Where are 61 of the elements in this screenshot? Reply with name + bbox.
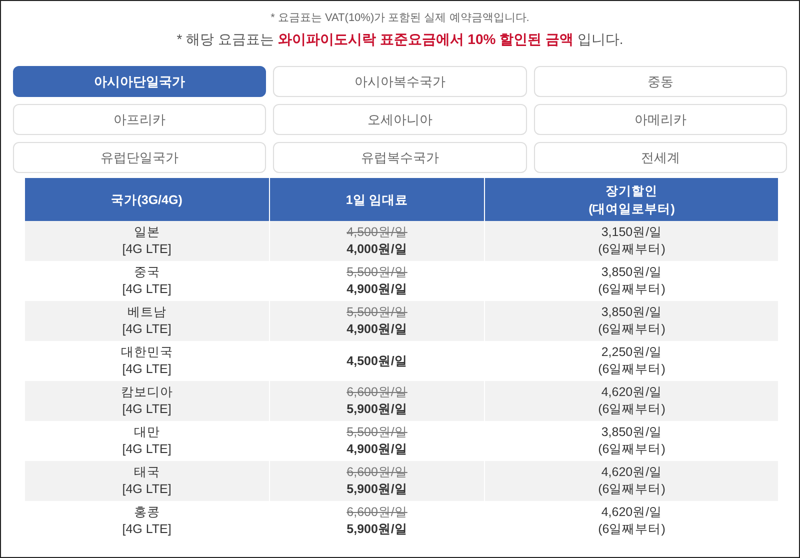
region-tab[interactable]: 아메리카 — [534, 104, 787, 135]
discount-condition: (6일째부터) — [598, 282, 666, 296]
daily-price: 4,000원/일 — [346, 242, 408, 256]
region-tab[interactable]: 아프리카 — [13, 104, 266, 135]
column-header: 1일 임대료 — [346, 192, 408, 206]
country-name: 대한민국 — [120, 344, 174, 361]
notice-text: * 해당 요금표는 와이파이도시락 표준요금에서 10% 할인된 금액 입니다. — [176, 31, 624, 47]
region-tab[interactable]: 오세아니아 — [273, 104, 527, 135]
network-type: [4G LTE] — [121, 401, 172, 418]
daily-price: 5,900원/일 — [346, 482, 408, 496]
discount-condition: (6일째부터) — [598, 362, 666, 376]
region-tab[interactable]: 전세계 — [534, 142, 787, 173]
daily-price: 5,900원/일 — [346, 522, 408, 536]
network-type: [4G LTE] — [121, 441, 172, 458]
country-name: 중국 — [132, 264, 161, 281]
discount-price: 3,850원/일 — [601, 265, 662, 279]
original-price: 6,600원/일 — [346, 385, 408, 399]
original-price: 5,500원/일 — [346, 425, 408, 439]
discount-price: 3,850원/일 — [601, 305, 662, 319]
region-tab[interactable]: 유럽단일국가 — [13, 142, 266, 173]
original-price: 4,500원/일 — [346, 225, 408, 239]
region-tab[interactable]: 중동 — [534, 66, 787, 97]
notice-text: * 요금표는 VAT(10%)가 포함된 실제 예약금액입니다. — [270, 12, 530, 24]
daily-price: 5,900원/일 — [346, 402, 408, 416]
network-type: [4G LTE] — [121, 481, 172, 498]
original-price: 6,600원/일 — [346, 465, 408, 479]
country-name: 태국 — [132, 464, 161, 481]
network-type: [4G LTE] — [121, 361, 172, 378]
original-price: 6,600원/일 — [346, 505, 408, 519]
country-name: 일본 — [132, 224, 161, 241]
daily-price: 4,900원/일 — [346, 442, 408, 456]
discount-price: 2,250원/일 — [601, 345, 662, 359]
column-header: 국가(3G/4G) — [111, 192, 182, 206]
discount-condition: (6일째부터) — [598, 322, 666, 336]
country-name: 대만 — [132, 424, 161, 441]
discount-price: 3,150원/일 — [601, 225, 662, 239]
daily-price: 4,900원/일 — [346, 322, 408, 336]
region-tab[interactable]: 아시아단일국가 — [13, 66, 266, 97]
daily-price: 4,500원/일 — [346, 354, 408, 368]
discount-condition: (6일째부터) — [598, 522, 666, 536]
discount-condition: (6일째부터) — [598, 242, 666, 256]
network-type: [4G LTE] — [121, 241, 172, 258]
original-price: 5,500원/일 — [346, 305, 408, 319]
country-name: 캄보디아 — [120, 384, 174, 401]
original-price: 5,500원/일 — [346, 265, 408, 279]
network-type: [4G LTE] — [121, 281, 172, 298]
discount-price: 4,620원/일 — [601, 465, 662, 479]
network-type: [4G LTE] — [121, 321, 172, 338]
region-tab[interactable]: 아시아복수국가 — [273, 66, 527, 97]
discount-price: 3,850원/일 — [601, 425, 662, 439]
country-name: 베트남 — [126, 304, 168, 321]
country-name: 홍콩 — [132, 504, 161, 521]
discount-price: 4,620원/일 — [601, 385, 662, 399]
discount-condition: (6일째부터) — [598, 482, 666, 496]
discount-condition: (6일째부터) — [598, 402, 666, 416]
discount-condition: (6일째부터) — [598, 442, 666, 456]
column-header: 장기할인 (대여일로부터) — [588, 184, 675, 216]
region-tab[interactable]: 유럽복수국가 — [273, 142, 527, 173]
daily-price: 4,900원/일 — [346, 282, 408, 296]
network-type: [4G LTE] — [121, 521, 172, 538]
discount-price: 4,620원/일 — [601, 505, 662, 519]
